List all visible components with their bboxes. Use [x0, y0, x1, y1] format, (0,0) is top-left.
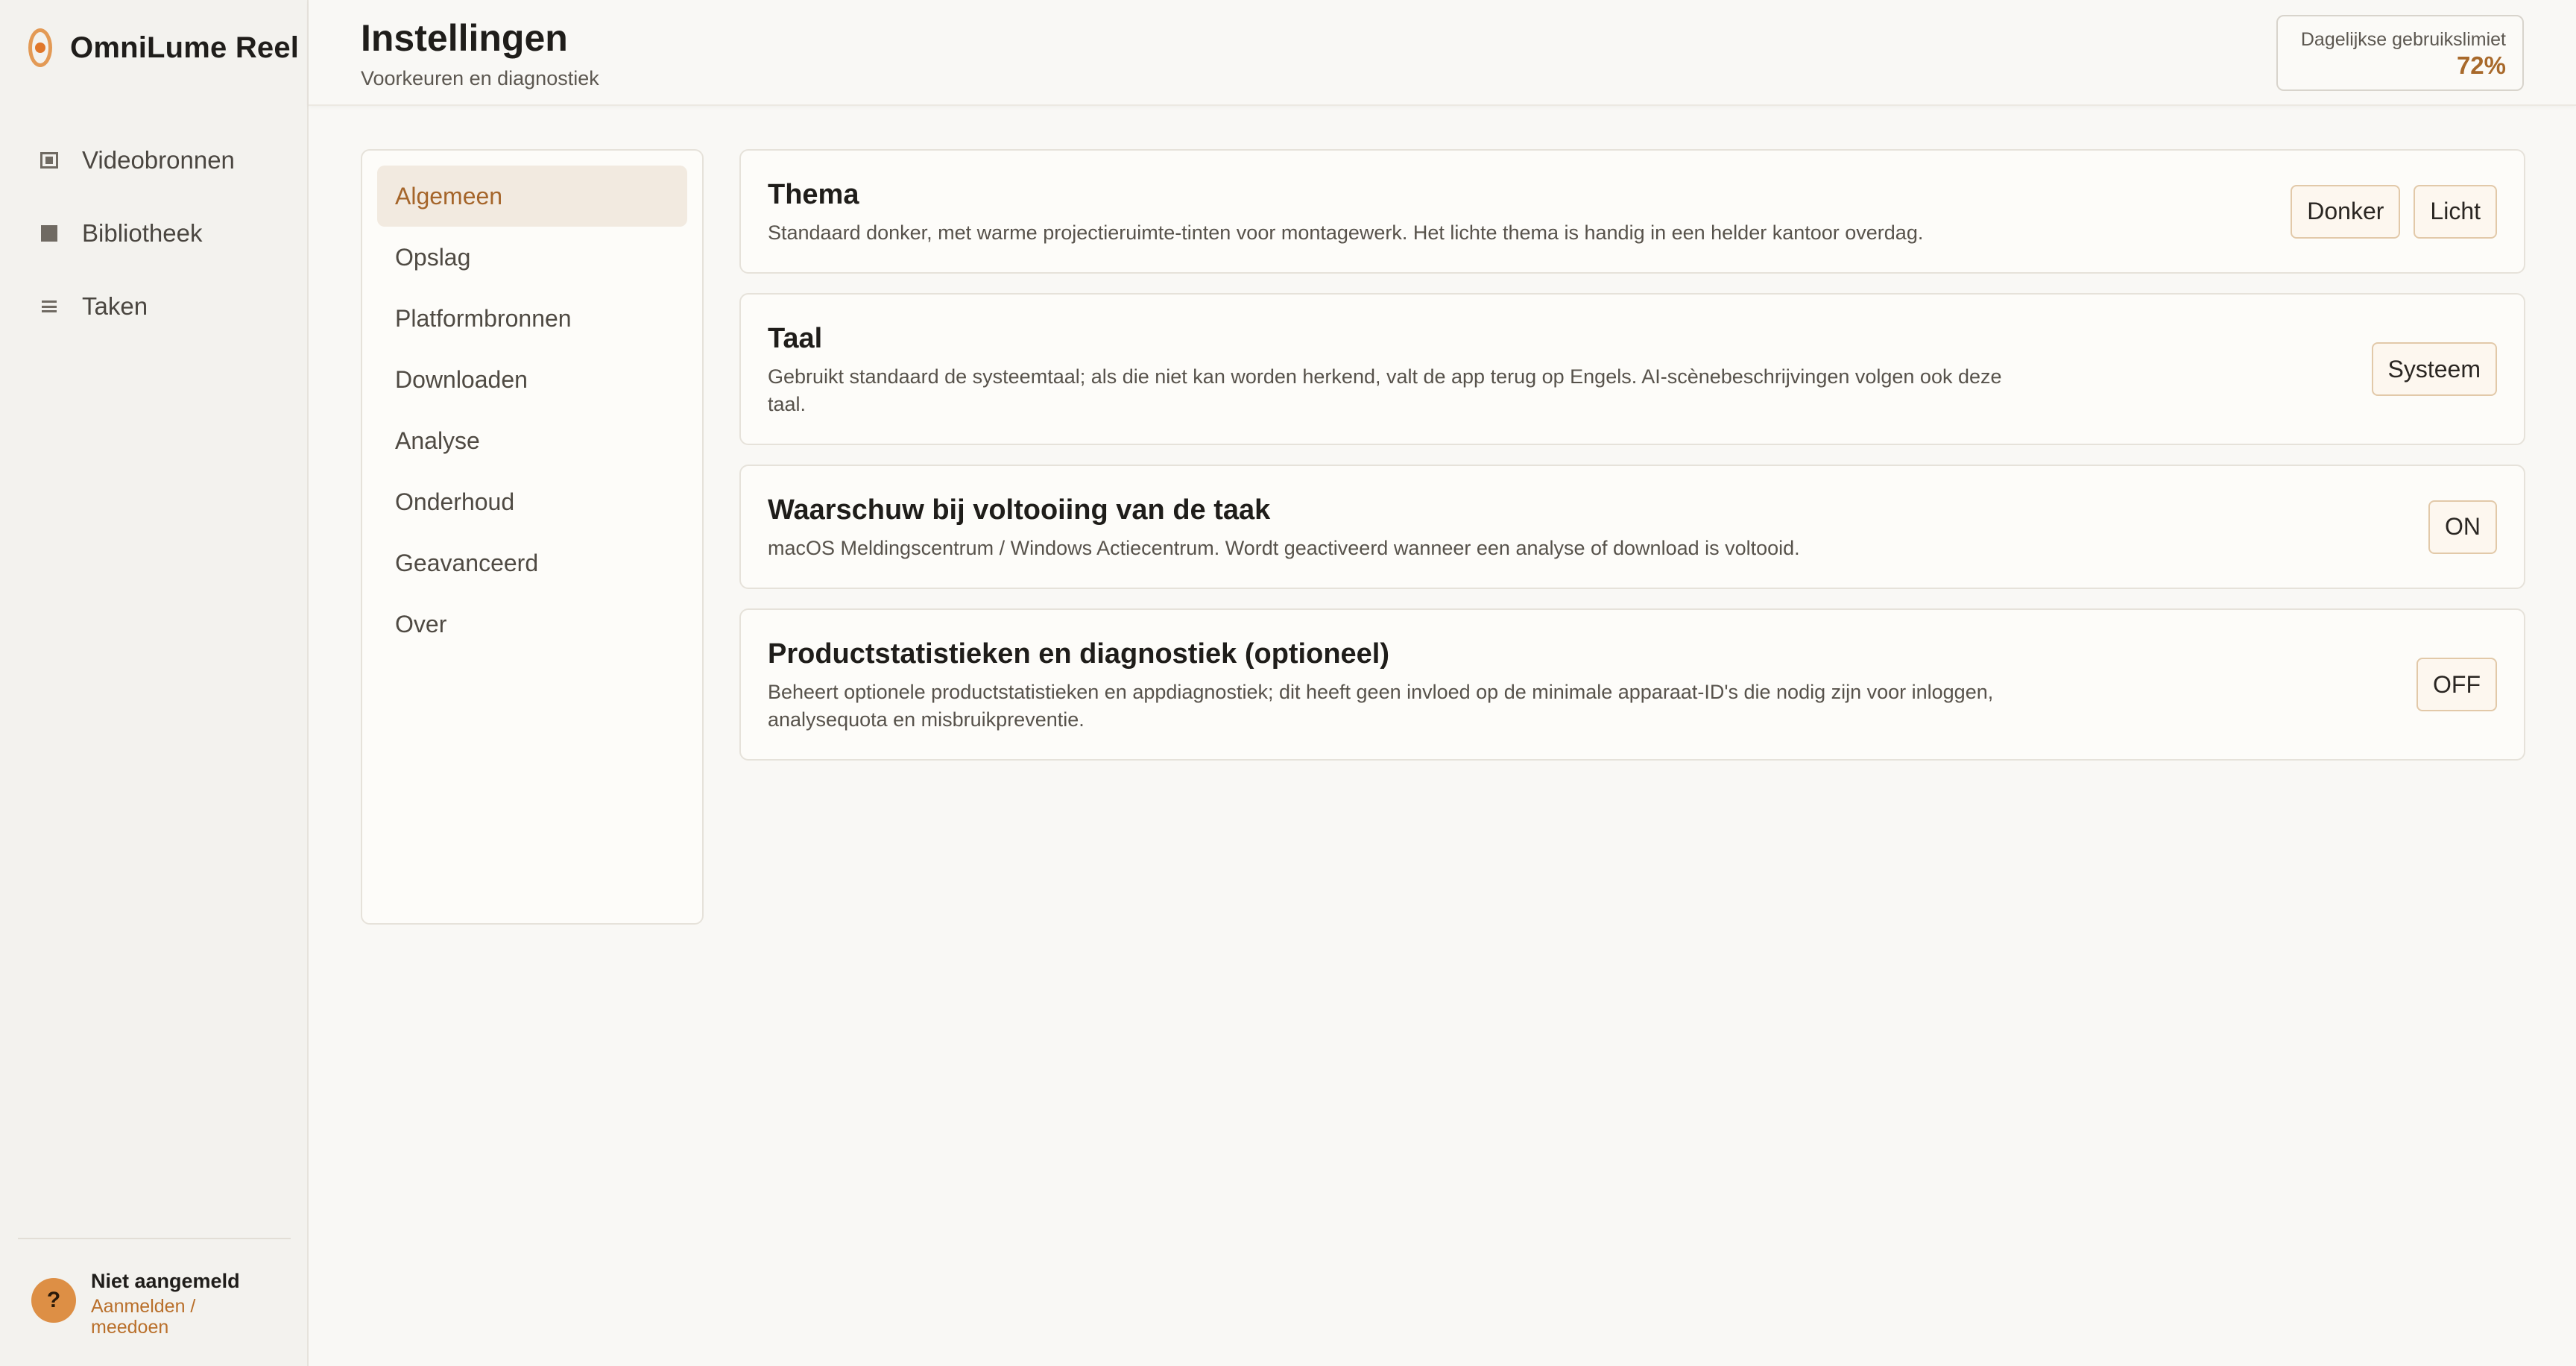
account-panel: ? Niet aangemeld Aanmelden / meedoen	[31, 1268, 262, 1338]
sidebar-item-taken[interactable]: Taken	[16, 270, 292, 343]
language-select-button[interactable]: Systeem	[2371, 342, 2497, 396]
setting-description: Beheert optionele productstatistieken en…	[768, 681, 1994, 731]
settings-category-downloaden[interactable]: Downloaden	[377, 349, 687, 410]
notify-toggle[interactable]: ON	[2428, 500, 2497, 554]
account-text: Niet aangemeld Aanmelden / meedoen	[91, 1268, 262, 1338]
theme-dark-button[interactable]: Donker	[2291, 184, 2401, 239]
theme-options: Donker Licht	[2277, 184, 2497, 239]
app-name: OmniLume Reel	[70, 31, 300, 64]
language-setting-card: Taal Gebruikt standaard de systeemtaal; …	[739, 293, 2525, 445]
setting-description: Standaard donker, met warme projectierui…	[768, 221, 1924, 244]
settings-category-algemeen[interactable]: Algemeen	[377, 166, 687, 227]
setting-description: Gebruikt standaard de systeemtaal; als d…	[768, 365, 2002, 415]
usage-label: Dagelijkse gebruikslimiet	[2300, 29, 2506, 50]
library-icon	[40, 224, 58, 242]
app-window: OmniLume Reel Videobronnen Bibliotheek T…	[0, 0, 2576, 1366]
settings-category-opslag[interactable]: Opslag	[377, 227, 687, 288]
setting-title: Taal	[768, 323, 823, 354]
settings-category-platformbronnen[interactable]: Platformbronnen	[377, 288, 687, 349]
diagnostics-setting-card: Productstatistieken en diagnostiek (opti…	[739, 608, 2525, 761]
diagnostics-toggle[interactable]: OFF	[2416, 658, 2497, 711]
sidebar-nav: Videobronnen Bibliotheek Taken	[16, 124, 292, 343]
theme-light-button[interactable]: Licht	[2414, 184, 2497, 239]
language-options: Systeem	[2358, 342, 2497, 396]
setting-description: macOS Meldingscentrum / Windows Actiecen…	[768, 537, 1800, 559]
sidebar-item-label: Videobronnen	[82, 146, 235, 174]
usage-value: 72%	[2456, 51, 2506, 79]
sidebar-item-label: Bibliotheek	[82, 219, 203, 247]
sidebar-item-videobronnen[interactable]: Videobronnen	[16, 124, 292, 197]
setting-title: Waarschuw bij voltooiing van de taak	[768, 494, 1271, 526]
theme-setting-card: Thema Standaard donker, met warme projec…	[739, 149, 2525, 274]
account-status: Niet aangemeld	[91, 1270, 240, 1292]
settings-category-geavanceerd[interactable]: Geavanceerd	[377, 532, 687, 594]
settings-category-onderhoud[interactable]: Onderhoud	[377, 471, 687, 532]
tasks-icon	[40, 298, 58, 315]
setting-title: Thema	[768, 179, 859, 210]
sidebar: OmniLume Reel Videobronnen Bibliotheek T…	[0, 0, 309, 1366]
notify-options: ON	[2415, 500, 2497, 554]
settings-panel: Thema Standaard donker, met warme projec…	[739, 149, 2525, 780]
settings-category-analyse[interactable]: Analyse	[377, 410, 687, 471]
setting-title: Productstatistieken en diagnostiek (opti…	[768, 638, 1390, 670]
sidebar-item-label: Taken	[82, 292, 148, 320]
sidebar-item-bibliotheek[interactable]: Bibliotheek	[16, 197, 292, 270]
settings-category-menu: Algemeen Opslag Platformbronnen Download…	[361, 149, 704, 925]
settings-category-over[interactable]: Over	[377, 594, 687, 655]
diagnostics-options: OFF	[2403, 658, 2497, 711]
sidebar-divider	[18, 1238, 291, 1239]
sign-in-link[interactable]: Aanmelden / meedoen	[91, 1296, 262, 1338]
avatar[interactable]: ?	[31, 1278, 76, 1323]
page-subtitle: Voorkeuren en diagnostiek	[361, 67, 599, 89]
brand: OmniLume Reel	[27, 27, 299, 69]
daily-usage-indicator: Dagelijkse gebruikslimiet 72%	[2276, 15, 2524, 91]
brand-logo-icon	[27, 27, 54, 69]
page-header: Instellingen Voorkeuren en diagnostiek D…	[309, 0, 2576, 106]
video-source-icon	[40, 151, 58, 169]
notify-setting-card: Waarschuw bij voltooiing van de taak mac…	[739, 465, 2525, 589]
page-title: Instellingen	[361, 17, 568, 59]
